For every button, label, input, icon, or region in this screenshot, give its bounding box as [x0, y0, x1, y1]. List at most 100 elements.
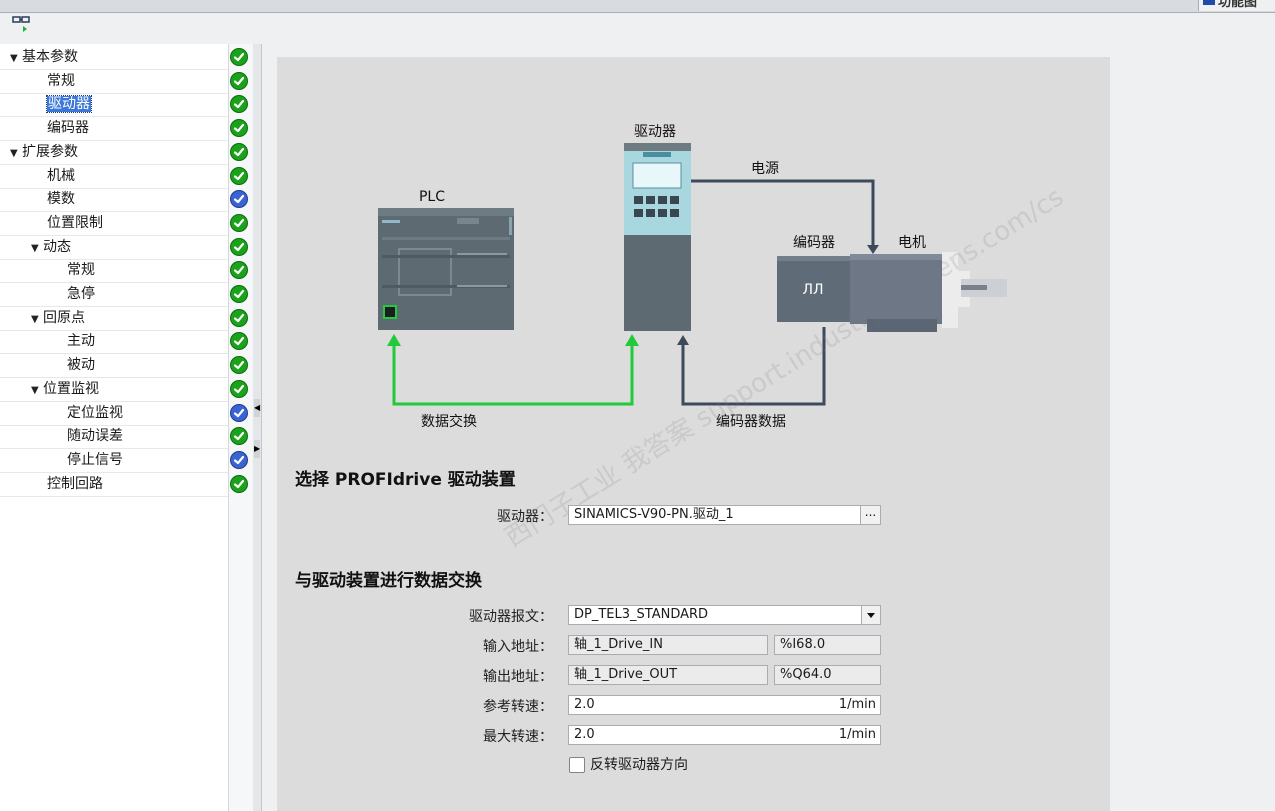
status-ok-icon [230, 474, 248, 493]
tree-item[interactable]: 位置限制 [47, 212, 103, 234]
tree-row[interactable] [0, 165, 228, 189]
tree-item[interactable]: 驱动器 [46, 93, 92, 115]
status-ok-icon [230, 356, 248, 375]
tree-item-label: 停止信号 [67, 451, 123, 468]
tree-row[interactable] [0, 354, 228, 379]
expand-triangle-icon[interactable]: ▼ [10, 48, 22, 70]
section-title-select-drive: 选择 PROFIdrive 驱动装置 [295, 470, 516, 490]
expand-triangle-icon[interactable]: ▼ [10, 143, 22, 165]
tree-item-label: 动态 [43, 238, 71, 255]
tree-item-label: 扩展参数 [22, 143, 78, 160]
output-tag-field: 轴_1_Drive_OUT [568, 665, 768, 685]
tree-item[interactable]: 停止信号 [67, 449, 123, 471]
tree-item-label: 控制回路 [47, 475, 103, 492]
status-ok-icon [230, 285, 248, 303]
tree-item[interactable]: 模数 [47, 188, 75, 210]
expand-triangle-icon[interactable]: ▼ [31, 238, 43, 260]
status-ok-icon [230, 48, 248, 66]
section-title-data-exchange: 与驱动装置进行数据交换 [295, 571, 482, 591]
plc-label: PLC [419, 189, 445, 205]
telegram-label: 驱动器报文： [469, 609, 553, 625]
tree-row[interactable] [0, 70, 228, 94]
telegram-value: DP_TEL3_STANDARD [574, 607, 709, 622]
tree-row[interactable] [0, 283, 228, 307]
telegram-dropdown[interactable]: DP_TEL3_STANDARD [568, 605, 881, 625]
ref-speed-value: 2.0 [574, 697, 595, 712]
tree-item-label: 编码器 [47, 120, 89, 137]
tree-item-label: 位置限制 [47, 214, 103, 231]
output-address-label: 输出地址： [483, 669, 553, 685]
tree-item[interactable]: 被动 [67, 354, 95, 376]
tree-item[interactable]: ▼ 基本参数 [10, 46, 78, 70]
tree-item-label: 基本参数 [22, 49, 78, 65]
tree-item[interactable]: 随动误差 [67, 425, 123, 447]
encoder-data-label: 编码器数据 [716, 414, 786, 430]
ref-speed-input[interactable]: 2.0 1/min [568, 695, 881, 715]
panel-splitter[interactable]: ◀ ▶ [253, 44, 262, 811]
tree-item-label: 随动误差 [67, 428, 123, 445]
input-address-label: 输入地址： [483, 639, 553, 655]
expand-triangle-icon[interactable]: ▼ [31, 309, 43, 331]
ref-speed-unit: 1/min [838, 697, 876, 712]
drive-select-field[interactable]: SINAMICS-V90-PN.驱动_1 ... [568, 505, 881, 525]
parameter-tree: ▼ 基本参数 常规 驱动器 编码器 ▼ 扩展参数 机械 模数 位置限制 ▼ 动态 常规 急停 ▼ 回原点 主动被… [0, 44, 253, 811]
tree-item[interactable]: 定位监视 [67, 402, 123, 424]
tree-item-label: 主动 [67, 333, 95, 350]
tree-item-label: 位置监视 [43, 380, 99, 397]
status-ok-icon [230, 213, 248, 232]
power-label: 电源 [751, 161, 779, 177]
tree-item[interactable]: 主动 [67, 330, 95, 352]
tree-item[interactable]: 控制回路 [47, 473, 103, 495]
tree-item[interactable]: ▼ 位置监视 [31, 378, 99, 402]
tree-row[interactable] [0, 259, 228, 284]
tree-item[interactable]: 急停 [67, 283, 95, 305]
max-speed-input[interactable]: 2.0 1/min [568, 725, 881, 745]
tree-item[interactable]: 编码器 [47, 117, 89, 139]
drive-field-label: 驱动器： [497, 509, 553, 525]
collapse-left-icon[interactable]: ◀ [254, 399, 260, 417]
motor-label: 电机 [898, 235, 926, 251]
max-speed-value: 2.0 [574, 727, 595, 742]
tree-item-label: 急停 [67, 286, 95, 302]
tree-row[interactable] [0, 117, 228, 142]
functional-view-tab[interactable]: 功能图 [1198, 0, 1275, 11]
expand-right-icon[interactable]: ▶ [254, 440, 260, 458]
status-info-icon [230, 403, 248, 422]
status-ok-icon [230, 237, 248, 256]
title-strip: 功能图 [0, 0, 1275, 13]
browse-button[interactable]: ... [860, 506, 880, 524]
tree-item[interactable]: ▼ 扩展参数 [10, 141, 78, 165]
drive-device-icon [624, 143, 691, 331]
tree-item-label: 常规 [67, 262, 95, 279]
data-exchange-label: 数据交换 [421, 413, 477, 430]
view-toggle-icon[interactable] [12, 15, 34, 37]
status-ok-icon [230, 308, 248, 327]
ref-speed-label: 参考转速： [483, 699, 553, 715]
tree-item-label: 回原点 [43, 309, 85, 326]
status-ok-icon [230, 379, 248, 398]
tree-item[interactable]: ▼ 回原点 [31, 307, 85, 331]
invert-direction-checkbox[interactable] [569, 757, 585, 773]
encoder-label: 编码器 [793, 235, 835, 251]
chevron-down-icon[interactable] [861, 606, 880, 624]
tree-item-label: 常规 [47, 72, 75, 89]
expand-triangle-icon[interactable]: ▼ [31, 380, 43, 402]
tree-row[interactable] [0, 473, 228, 497]
tree-item[interactable]: 常规 [47, 70, 75, 92]
tree-row[interactable] [0, 93, 228, 118]
tree-row[interactable] [0, 330, 228, 355]
tree-item-label: 驱动器 [46, 95, 92, 114]
encoder-device-icon: ЛЛ [777, 256, 850, 322]
tree-item[interactable]: 常规 [67, 259, 95, 281]
tree-item[interactable]: ▼ 动态 [31, 236, 71, 260]
drive-value: SINAMICS-V90-PN.驱动_1 [574, 507, 734, 522]
tree-item[interactable]: 机械 [47, 165, 75, 187]
tree-item-label: 模数 [47, 191, 75, 208]
status-ok-icon [230, 119, 248, 138]
tree-row[interactable] [0, 212, 228, 236]
tree-row[interactable] [0, 188, 228, 213]
status-ok-icon [230, 142, 248, 161]
drive-label: 驱动器 [634, 124, 676, 140]
view-icon [1203, 0, 1215, 5]
tree-item-label: 被动 [67, 357, 95, 374]
